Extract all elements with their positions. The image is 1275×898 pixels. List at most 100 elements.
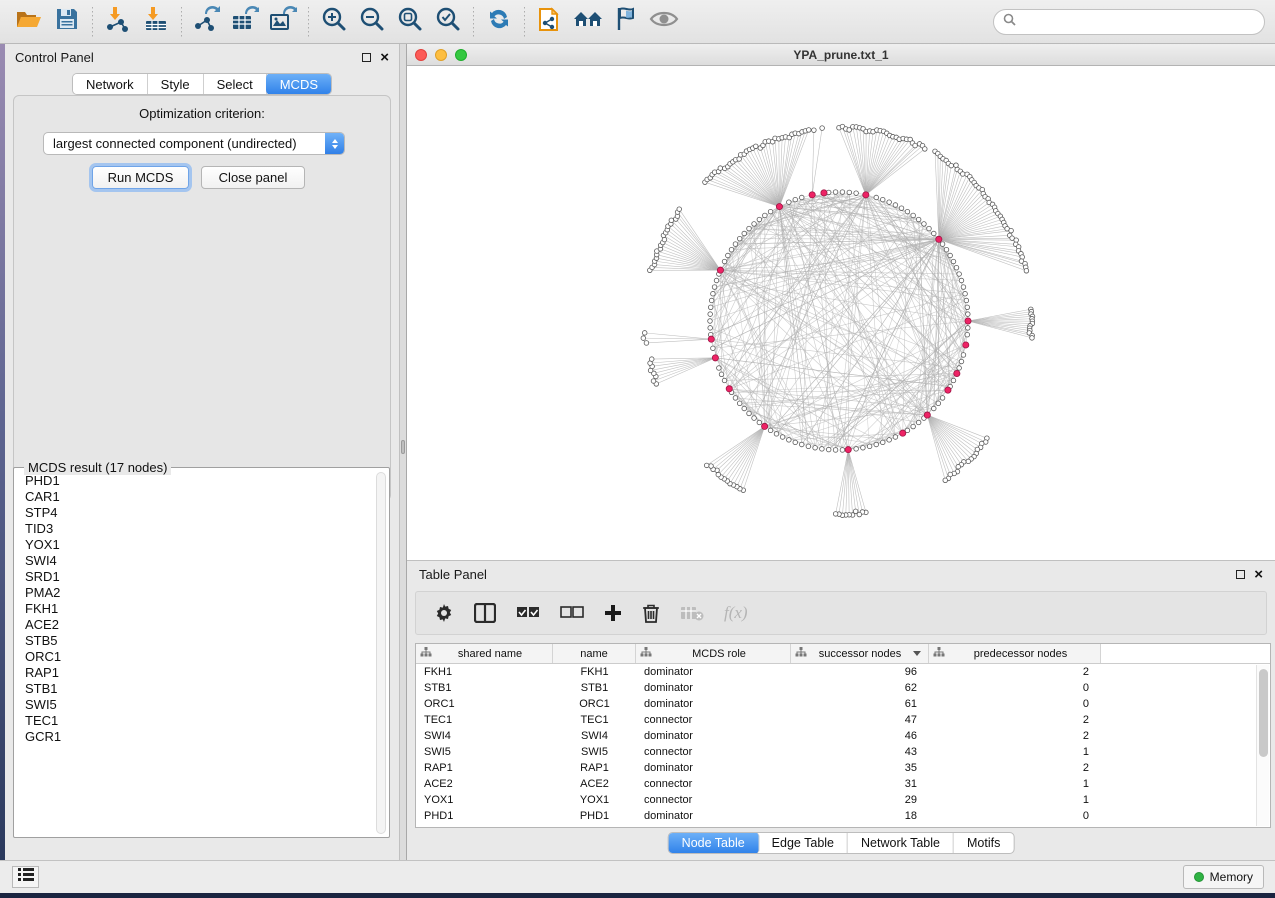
mcds-result-item[interactable]: ACE2 xyxy=(19,617,375,633)
network-node[interactable] xyxy=(820,126,825,131)
network-node[interactable] xyxy=(893,203,898,208)
network-node[interactable] xyxy=(951,259,956,264)
export-table-button[interactable] xyxy=(226,4,264,40)
mcds-result-item[interactable]: STB1 xyxy=(19,681,375,697)
mcds-result-item[interactable]: PMA2 xyxy=(19,585,375,601)
network-node[interactable] xyxy=(961,285,966,290)
search-box[interactable] xyxy=(993,9,1265,35)
column-header-successor-nodes[interactable]: successor nodes xyxy=(791,644,929,663)
network-node[interactable] xyxy=(893,435,898,440)
mcds-hub-node[interactable] xyxy=(809,192,815,198)
table-scrollbar[interactable] xyxy=(1256,665,1269,826)
network-node[interactable] xyxy=(641,336,646,341)
mcds-hub-node[interactable] xyxy=(845,447,851,453)
network-node[interactable] xyxy=(905,209,910,214)
apply-layout-button[interactable] xyxy=(480,4,518,40)
function-builder-button[interactable]: f(x) xyxy=(724,603,748,623)
network-node[interactable] xyxy=(711,346,716,351)
network-node[interactable] xyxy=(931,231,936,236)
search-input[interactable] xyxy=(1022,15,1255,29)
network-node[interactable] xyxy=(927,226,932,231)
network-node[interactable] xyxy=(965,305,970,310)
network-node[interactable] xyxy=(944,247,949,252)
column-header-shared-name[interactable]: shared name xyxy=(416,644,553,663)
network-node[interactable] xyxy=(799,442,804,447)
network-node[interactable] xyxy=(712,285,717,290)
network-node[interactable] xyxy=(793,440,798,445)
network-node[interactable] xyxy=(787,438,792,443)
network-node[interactable] xyxy=(887,438,892,443)
mcds-result-item[interactable]: SRD1 xyxy=(19,569,375,585)
network-node[interactable] xyxy=(763,213,768,218)
network-node[interactable] xyxy=(943,478,948,483)
mcds-result-item[interactable]: PHD1 xyxy=(19,473,375,489)
zoom-in-button[interactable] xyxy=(315,4,353,40)
float-table-panel-icon[interactable] xyxy=(1236,570,1245,579)
network-node[interactable] xyxy=(966,326,971,331)
table-row[interactable]: SWI4SWI4dominator462 xyxy=(416,728,1270,744)
network-node[interactable] xyxy=(716,472,721,477)
network-node[interactable] xyxy=(669,218,674,223)
mcds-hub-node[interactable] xyxy=(936,236,942,242)
mcds-result-item[interactable]: CAR1 xyxy=(19,489,375,505)
task-history-button[interactable] xyxy=(12,866,39,888)
import-table-button[interactable] xyxy=(137,4,175,40)
mcds-result-item[interactable]: YOX1 xyxy=(19,537,375,553)
network-node[interactable] xyxy=(887,200,892,205)
mcds-hub-node[interactable] xyxy=(965,318,971,324)
tab-node-table[interactable]: Node Table xyxy=(668,832,760,854)
show-hide-button[interactable] xyxy=(645,4,683,40)
network-node[interactable] xyxy=(704,463,709,468)
column-header-predecessor-nodes[interactable]: predecessor nodes xyxy=(929,644,1101,663)
mcds-hub-node[interactable] xyxy=(900,430,906,436)
unselect-all-columns-button[interactable] xyxy=(560,606,584,620)
network-node[interactable] xyxy=(787,200,792,205)
float-panel-icon[interactable] xyxy=(362,53,371,62)
mcds-hub-node[interactable] xyxy=(963,342,969,348)
network-node[interactable] xyxy=(768,428,773,433)
tab-mcds[interactable]: MCDS xyxy=(266,73,332,95)
network-node[interactable] xyxy=(806,444,811,449)
network-node[interactable] xyxy=(911,213,916,218)
tab-select[interactable]: Select xyxy=(204,74,267,94)
mcds-hub-node[interactable] xyxy=(712,355,718,361)
network-node[interactable] xyxy=(747,226,752,231)
network-node[interactable] xyxy=(963,291,968,296)
network-node[interactable] xyxy=(966,312,971,317)
network-node[interactable] xyxy=(959,359,964,364)
close-panel-icon[interactable]: × xyxy=(380,50,389,65)
mcds-hub-node[interactable] xyxy=(726,386,732,392)
network-node[interactable] xyxy=(847,190,852,195)
mcds-hub-node[interactable] xyxy=(945,387,951,393)
network-node[interactable] xyxy=(954,265,959,270)
network-node[interactable] xyxy=(874,195,879,200)
network-node[interactable] xyxy=(644,341,649,346)
network-node[interactable] xyxy=(757,217,762,222)
network-node[interactable] xyxy=(708,305,713,310)
splitter-grip[interactable] xyxy=(401,440,405,454)
network-node[interactable] xyxy=(936,401,941,406)
table-row[interactable]: PHD1PHD1dominator180 xyxy=(416,808,1270,824)
network-node[interactable] xyxy=(1024,268,1029,273)
network-node[interactable] xyxy=(774,432,779,437)
network-node[interactable] xyxy=(922,222,927,227)
network-node[interactable] xyxy=(733,396,738,401)
zoom-fit-button[interactable] xyxy=(391,4,429,40)
network-node[interactable] xyxy=(742,231,747,236)
network-node[interactable] xyxy=(799,195,804,200)
delete-table-button[interactable] xyxy=(680,605,704,621)
table-settings-button[interactable] xyxy=(434,603,454,623)
table-row[interactable]: STB1STB1dominator620 xyxy=(416,680,1270,696)
network-node[interactable] xyxy=(812,128,817,133)
table-row[interactable]: ACE2ACE2connector311 xyxy=(416,776,1270,792)
network-node[interactable] xyxy=(708,319,713,324)
network-node[interactable] xyxy=(840,190,845,195)
network-node[interactable] xyxy=(965,332,970,337)
optimization-criterion-select[interactable]: largest connected component (undirected) xyxy=(43,132,345,155)
network-node[interactable] xyxy=(954,163,959,168)
network-node[interactable] xyxy=(854,191,859,196)
network-node[interactable] xyxy=(957,366,962,371)
open-session-button[interactable] xyxy=(10,4,48,40)
network-node[interactable] xyxy=(833,448,838,453)
mcds-hub-node[interactable] xyxy=(924,412,930,418)
